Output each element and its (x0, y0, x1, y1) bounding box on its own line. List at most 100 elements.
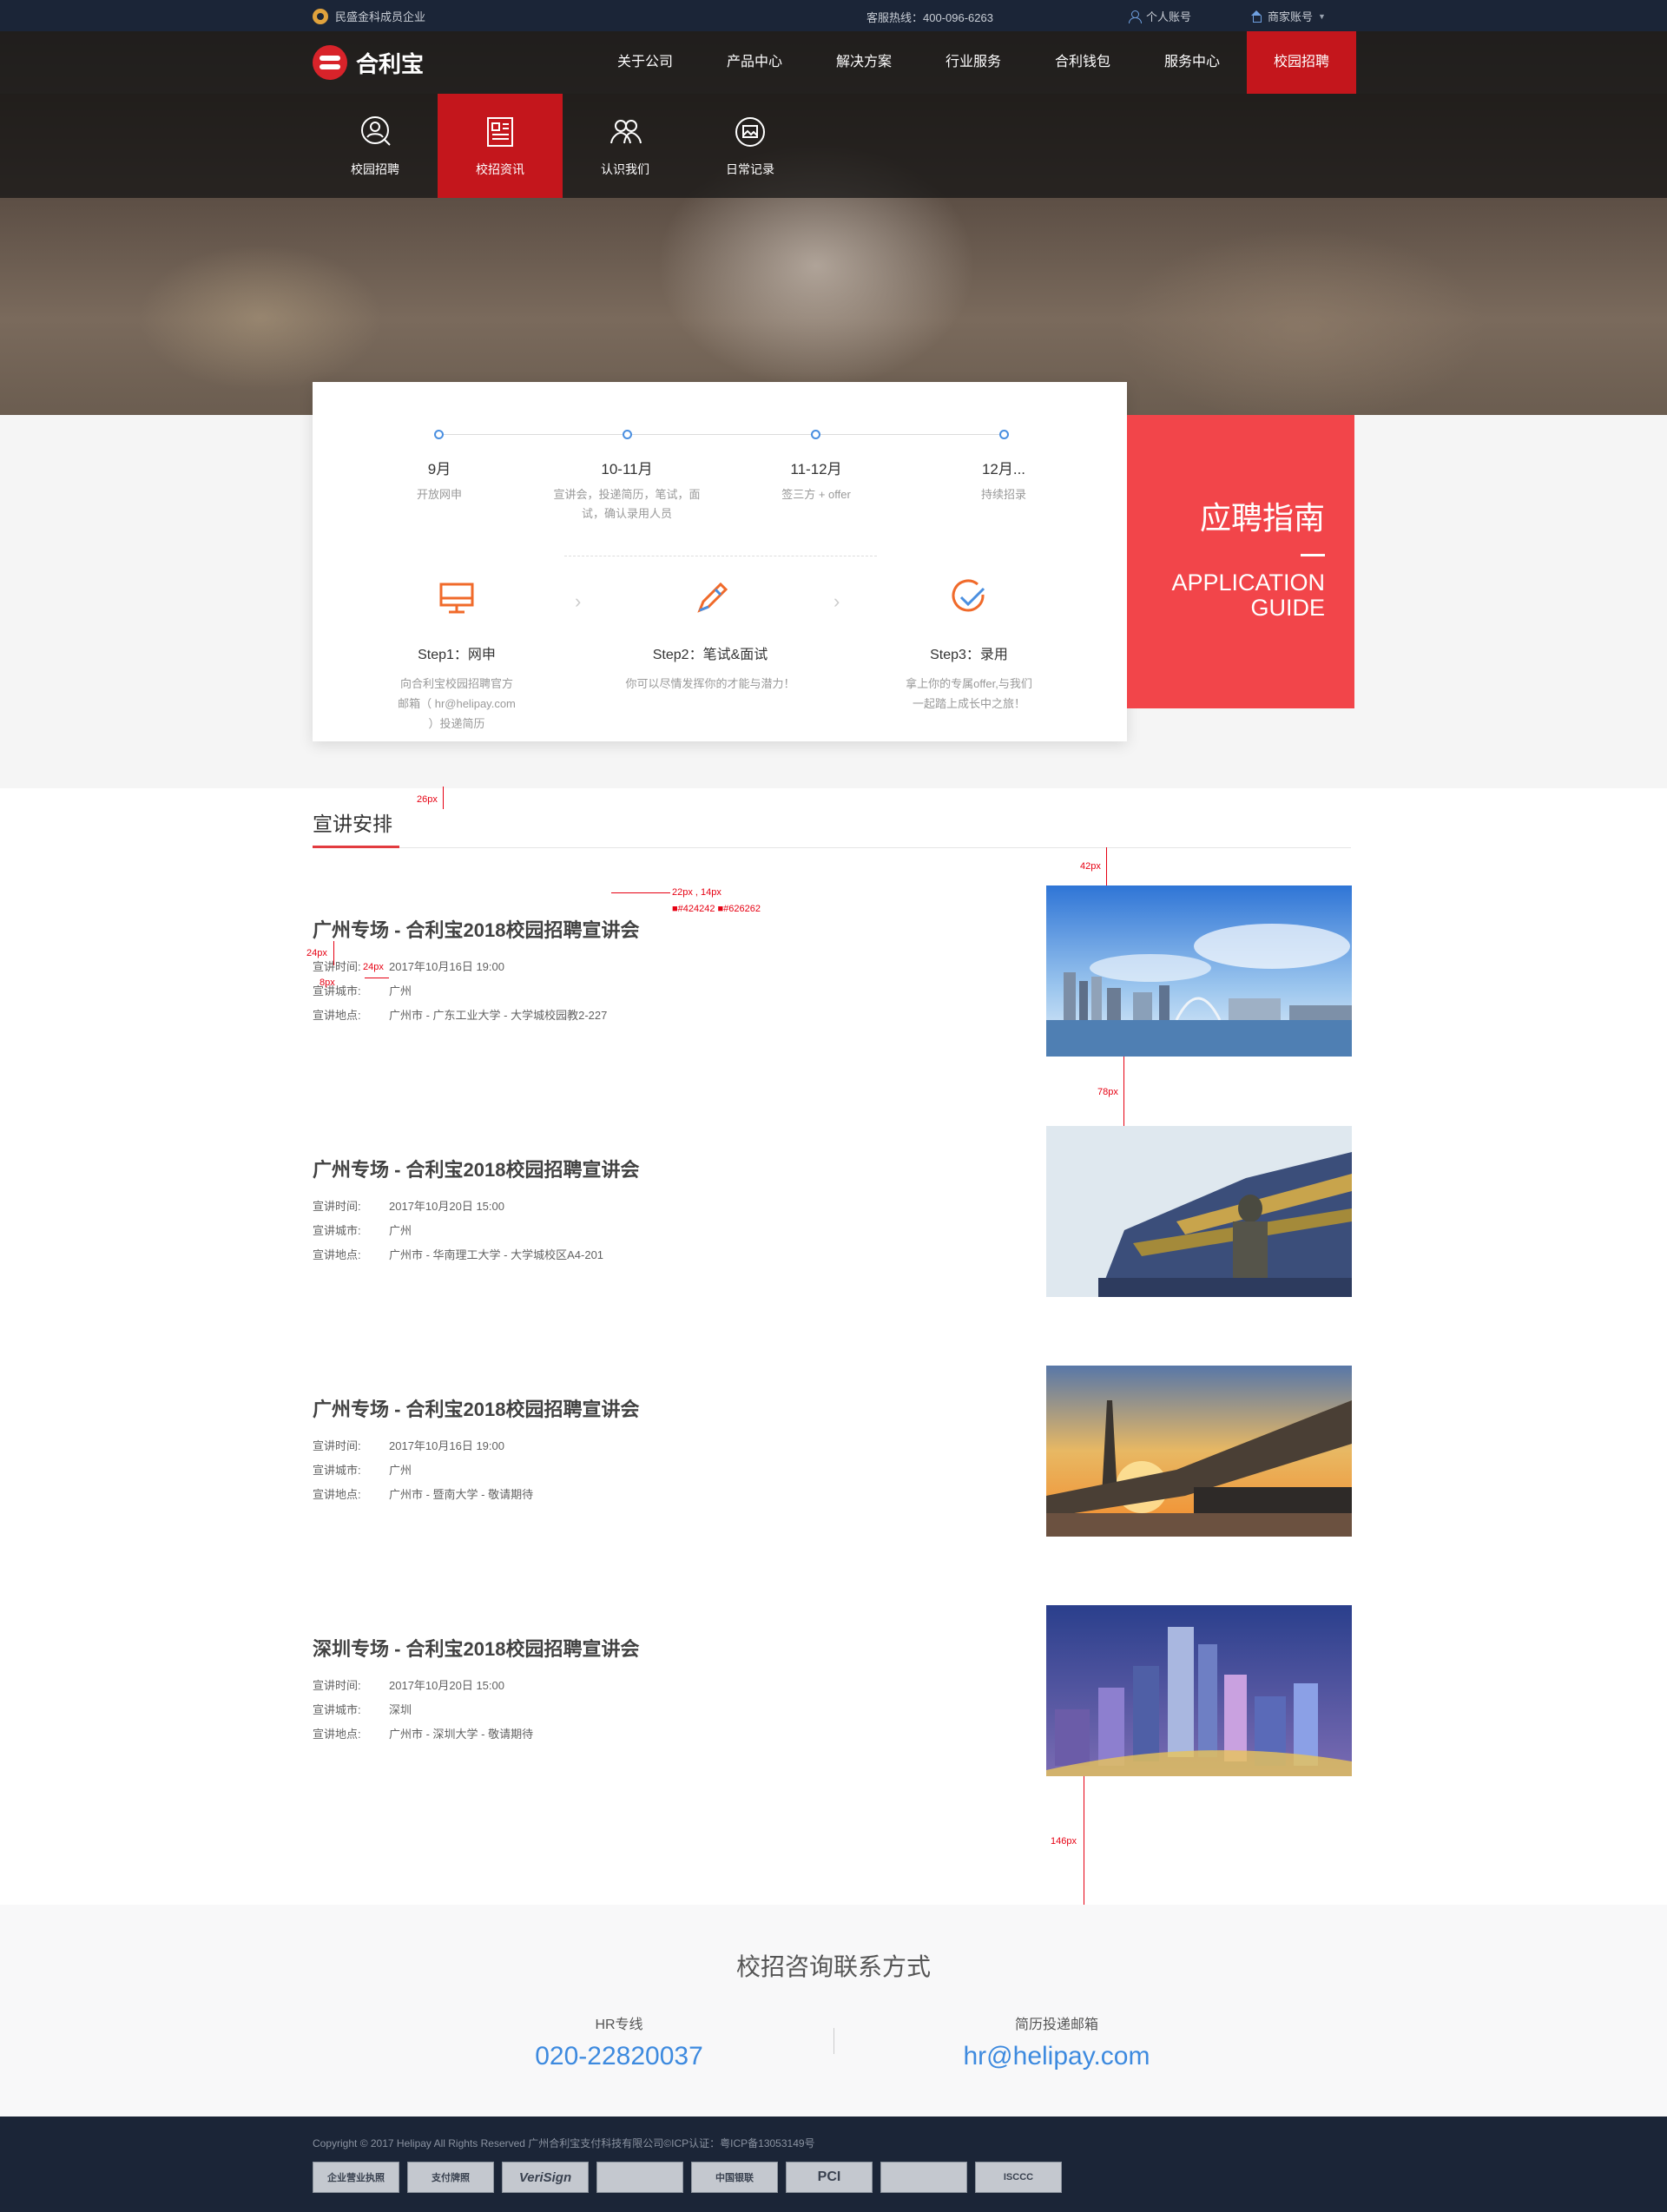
cert-badge[interactable]: PCI (786, 2162, 873, 2193)
check-circle-icon (952, 579, 985, 612)
main-nav: 关于公司 产品中心 解决方案 行业服务 合利钱包 服务中心 校园招聘 (590, 31, 1356, 94)
brand-name: 合利宝 (356, 50, 425, 77)
nav-wallet[interactable]: 合利钱包 (1028, 31, 1137, 94)
subnav-label: 校招资讯 (476, 162, 524, 176)
section-title: 宣讲安排 (313, 813, 392, 835)
measure-label: 24px (306, 948, 327, 958)
step-item: Step2：笔试&面试 你可以尽情发挥你的才能与潜力！ (606, 577, 814, 694)
subnav-campus-recruit[interactable]: 校园招聘 (313, 94, 438, 198)
cert-badge[interactable]: ISCCC (975, 2162, 1062, 2193)
place-label: 宣讲地点: (313, 1009, 361, 1022)
timeline-dot (999, 430, 1009, 439)
cert-badge[interactable]: VeriSign (502, 2162, 589, 2193)
session-photo (1046, 885, 1352, 1057)
merchant-account-dropdown[interactable]: 商家账号 ▼ (1250, 8, 1326, 24)
cert-badge[interactable]: 企业营业执照 (313, 2162, 399, 2193)
copyright: Copyright © 2017 Helipay All Rights Rese… (313, 2137, 815, 2149)
step-item: Step1：网申 向合利宝校园招聘官方邮箱（ hr@helipay.com ）投… (353, 577, 561, 734)
guide-title-en2: GUIDE (1250, 595, 1325, 621)
measure-label: 26px (417, 794, 438, 805)
timeline-desc: 持续招录 (980, 488, 1026, 501)
contact-section: 校招咨询联系方式 HR专线 020-22820037 简历投递邮箱 hr@hel… (0, 1905, 1667, 2117)
timeline-month: 11-12月 (790, 461, 842, 477)
cert-badge[interactable] (596, 2162, 683, 2193)
session-photo (1046, 1605, 1352, 1776)
hr-label: HR专线 (595, 2018, 643, 2032)
store-icon (1250, 10, 1262, 23)
session-time: 2017年10月20日 15:00 (389, 1200, 504, 1213)
session-city: 广州 (389, 1224, 412, 1237)
measure-line (333, 941, 334, 965)
section-underline (313, 846, 399, 848)
measure-line (1106, 847, 1107, 885)
user-icon (1129, 10, 1142, 23)
monitor-icon (439, 583, 474, 614)
top-bar: 民盛金科成员企业 客服热线：400-096-6263 个人账号 商家账号 ▼ (0, 0, 1667, 31)
session-place: 广州市 - 广东工业大学 - 大学城校园教2-227 (389, 1009, 608, 1022)
nav-about[interactable]: 关于公司 (590, 31, 700, 94)
subnav-daily-record[interactable]: 日常记录 (688, 94, 813, 198)
timeline-item: 12月... 持续招录 (917, 457, 1090, 504)
measure-label: 8px (320, 978, 335, 988)
session-place: 广州市 - 暨南大学 - 敬请期待 (389, 1488, 534, 1501)
photo-icon (735, 117, 765, 147)
hr-phone[interactable]: 020-22820037 (445, 2042, 793, 2071)
city-label: 宣讲城市: (313, 1464, 361, 1477)
timeline-dot (434, 430, 444, 439)
application-guide-card: 9月 开放网申 10-11月 宣讲会，投递简历，笔试，面试，确认录用人员 11-… (313, 382, 1127, 741)
step-title: Step3：录用 (930, 648, 1008, 662)
step-item: Step3：录用 拿上你的专属offer,与我们一起踏上成长中之旅！ (865, 577, 1073, 714)
news-icon (487, 117, 513, 147)
nav-campus[interactable]: 校园招聘 (1247, 31, 1356, 94)
measure-label: 42px (1080, 861, 1101, 872)
cert-badge[interactable] (880, 2162, 967, 2193)
time-label: 宣讲时间: (313, 1679, 361, 1692)
subnav-about-us[interactable]: 认识我们 (563, 94, 688, 198)
session-time: 2017年10月16日 19:00 (389, 1439, 504, 1452)
measure-label: 78px (1097, 1087, 1118, 1097)
time-label: 宣讲时间: (313, 1439, 361, 1452)
step-desc: 你可以尽情发挥你的才能与潜力！ (625, 677, 795, 690)
timeline-desc: 签三方 + offer (781, 488, 851, 501)
subnav-news[interactable]: 校招资讯 (438, 94, 563, 198)
guide-title-cn: 应聘指南 (1199, 500, 1325, 536)
measure-line (443, 787, 444, 809)
application-guide-panel: 应聘指南 APPLICATION GUIDE (1127, 415, 1354, 708)
timeline-month: 12月... (981, 461, 1026, 477)
nav-industry[interactable]: 行业服务 (919, 31, 1028, 94)
hero-banner: 合利宝 关于公司 产品中心 解决方案 行业服务 合利钱包 服务中心 校园招聘 校… (0, 31, 1667, 415)
city-skyline-image (1046, 885, 1352, 1057)
nav-products[interactable]: 产品中心 (700, 31, 809, 94)
nav-solutions[interactable]: 解决方案 (809, 31, 919, 94)
step-title: Step1：网申 (418, 648, 496, 662)
sub-nav: 校园招聘 校招资讯 认识我们 日常记录 (0, 94, 1667, 198)
measure-line (611, 892, 670, 893)
session-time: 2017年10月20日 15:00 (389, 1679, 504, 1692)
timeline-line (438, 434, 1005, 435)
personal-account-link[interactable]: 个人账号 (1129, 8, 1191, 24)
session-photo (1046, 1126, 1352, 1297)
logo[interactable]: 合利宝 (313, 45, 424, 80)
hotline: 客服热线：400-096-6263 (866, 11, 993, 24)
member-badge: 民盛金科成员企业 (313, 8, 425, 24)
timeline-dot (811, 430, 820, 439)
chevron-down-icon: ▼ (1318, 11, 1326, 21)
measure-label: 24px (363, 962, 384, 972)
city-label: 宣讲城市: (313, 1703, 361, 1716)
mail-link[interactable]: hr@helipay.com (883, 2042, 1230, 2071)
timeline-month: 9月 (427, 461, 451, 477)
session-time: 2017年10月16日 19:00 (389, 960, 504, 973)
step-desc: 向合利宝校园招聘官方邮箱（ hr@helipay.com ）投递简历 (398, 677, 516, 730)
statue-building-image (1046, 1126, 1352, 1297)
cert-badge[interactable]: 中国银联 (691, 2162, 778, 2193)
canton-tower-image (1046, 1366, 1352, 1537)
timeline-month: 10-11月 (601, 461, 653, 477)
cert-badge[interactable]: 支付牌照 (407, 2162, 494, 2193)
pencil-icon (697, 582, 728, 613)
timeline-item: 9月 开放网申 (353, 457, 526, 504)
nav-service[interactable]: 服务中心 (1137, 31, 1247, 94)
cert-badges: 企业营业执照 支付牌照 VeriSign 中国银联 PCI ISCCC (313, 2162, 1062, 2193)
chevron-right-icon: › (575, 590, 582, 612)
measure-label: 146px (1051, 1836, 1077, 1847)
session-city: 广州 (389, 1464, 412, 1477)
